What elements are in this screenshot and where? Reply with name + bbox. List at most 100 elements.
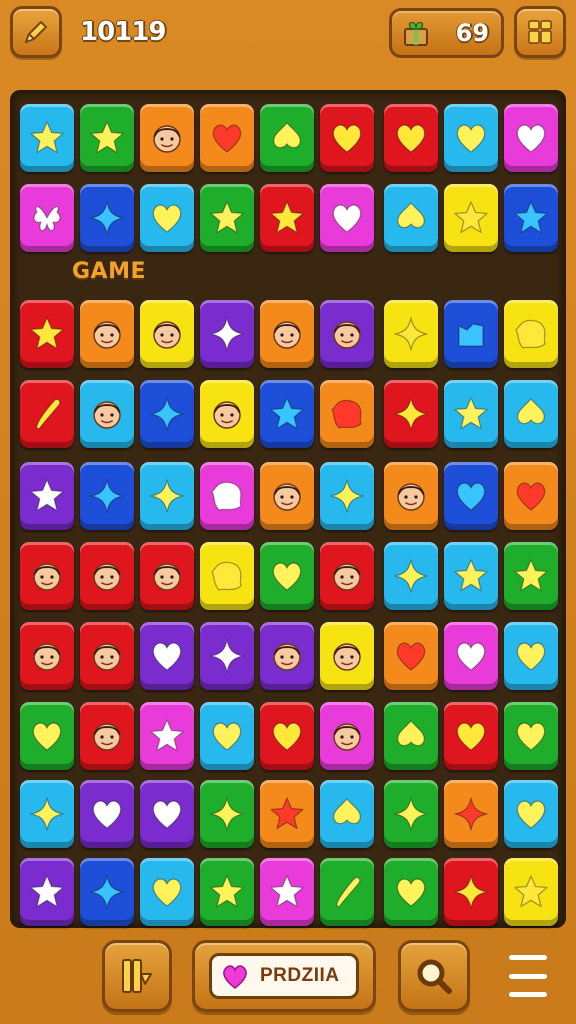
tile-magenta-heart[interactable] bbox=[320, 184, 374, 252]
tile-yellow-star[interactable] bbox=[504, 858, 558, 926]
tile-orange-face[interactable] bbox=[140, 104, 194, 172]
tile-red-face[interactable] bbox=[140, 542, 194, 610]
tile-yellow-blob[interactable] bbox=[200, 542, 254, 610]
sparkle-icon bbox=[150, 397, 184, 431]
tile-cyan-sparkle[interactable] bbox=[384, 542, 438, 610]
tile-cyan-heart[interactable] bbox=[140, 858, 194, 926]
tile-magenta-blob[interactable] bbox=[200, 462, 254, 530]
tile-cyan-sparkle[interactable] bbox=[20, 780, 74, 848]
tile-cyan-spade[interactable] bbox=[504, 380, 558, 448]
tile-cyan-heart[interactable] bbox=[504, 780, 558, 848]
tile-green-sparkle[interactable] bbox=[200, 780, 254, 848]
tile-orange-heart[interactable] bbox=[504, 462, 558, 530]
tile-purple-star[interactable] bbox=[20, 858, 74, 926]
tile-cyan-heart[interactable] bbox=[504, 622, 558, 690]
tile-cyan-face[interactable] bbox=[80, 380, 134, 448]
tile-purple-sparkle[interactable] bbox=[200, 622, 254, 690]
tile-green-stick[interactable] bbox=[320, 858, 374, 926]
tile-orange-face[interactable] bbox=[80, 300, 134, 368]
tile-cyan-star[interactable] bbox=[444, 542, 498, 610]
tile-blue-sparkle[interactable] bbox=[140, 380, 194, 448]
search-button[interactable] bbox=[398, 940, 470, 1012]
tile-magenta-heart[interactable] bbox=[504, 104, 558, 172]
tile-green-heart[interactable] bbox=[384, 858, 438, 926]
tile-green-heart[interactable] bbox=[504, 702, 558, 770]
tile-yellow-face[interactable] bbox=[200, 380, 254, 448]
tile-orange-face[interactable] bbox=[260, 300, 314, 368]
tile-yellow-blob[interactable] bbox=[504, 300, 558, 368]
tile-cyan-sparkle[interactable] bbox=[320, 462, 374, 530]
tile-magenta-star[interactable] bbox=[140, 702, 194, 770]
tile-red-heart[interactable] bbox=[444, 702, 498, 770]
tile-orange-heart[interactable] bbox=[384, 622, 438, 690]
tile-blue-star[interactable] bbox=[260, 380, 314, 448]
tile-magenta-face[interactable] bbox=[320, 702, 374, 770]
tile-blue-sparkle[interactable] bbox=[80, 184, 134, 252]
tile-green-star[interactable] bbox=[504, 542, 558, 610]
boost-button[interactable] bbox=[102, 940, 172, 1012]
edit-button[interactable] bbox=[10, 6, 62, 58]
tile-purple-heart[interactable] bbox=[140, 622, 194, 690]
tile-yellow-face[interactable] bbox=[140, 300, 194, 368]
tile-cyan-star[interactable] bbox=[20, 104, 74, 172]
tile-red-heart[interactable] bbox=[384, 104, 438, 172]
tile-blue-bag[interactable] bbox=[444, 300, 498, 368]
tile-red-face[interactable] bbox=[20, 622, 74, 690]
tile-orange-blob[interactable] bbox=[320, 380, 374, 448]
tile-orange-heart[interactable] bbox=[200, 104, 254, 172]
tile-green-heart[interactable] bbox=[260, 542, 314, 610]
tile-red-face[interactable] bbox=[80, 622, 134, 690]
tile-blue-star[interactable] bbox=[504, 184, 558, 252]
tile-red-heart[interactable] bbox=[320, 104, 374, 172]
tile-red-star[interactable] bbox=[260, 184, 314, 252]
tile-purple-sparkle[interactable] bbox=[200, 300, 254, 368]
tile-red-stick[interactable] bbox=[20, 380, 74, 448]
tile-cyan-heart[interactable] bbox=[200, 702, 254, 770]
tile-cyan-heart[interactable] bbox=[444, 104, 498, 172]
name-field[interactable]: PRDZIIA bbox=[209, 953, 359, 999]
tile-red-face[interactable] bbox=[20, 542, 74, 610]
tile-cyan-heart[interactable] bbox=[140, 184, 194, 252]
tile-green-spade[interactable] bbox=[384, 702, 438, 770]
tile-red-star[interactable] bbox=[20, 300, 74, 368]
tile-purple-star[interactable] bbox=[20, 462, 74, 530]
tile-purple-heart[interactable] bbox=[80, 780, 134, 848]
tile-orange-sparkle[interactable] bbox=[444, 780, 498, 848]
tile-cyan-sparkle[interactable] bbox=[140, 462, 194, 530]
tile-blue-sparkle[interactable] bbox=[80, 462, 134, 530]
tile-yellow-face[interactable] bbox=[320, 622, 374, 690]
tile-magenta-heart[interactable] bbox=[444, 622, 498, 690]
tile-magenta-star[interactable] bbox=[260, 858, 314, 926]
tile-yellow-sparkle[interactable] bbox=[384, 300, 438, 368]
tile-red-face[interactable] bbox=[80, 702, 134, 770]
heart-icon bbox=[516, 800, 546, 829]
tile-green-star[interactable] bbox=[80, 104, 134, 172]
tile-orange-face[interactable] bbox=[384, 462, 438, 530]
tile-red-face[interactable] bbox=[320, 542, 374, 610]
player-name-panel[interactable]: PRDZIIA bbox=[192, 940, 376, 1012]
tile-magenta-flower[interactable] bbox=[20, 184, 74, 252]
tile-green-star[interactable] bbox=[200, 184, 254, 252]
tile-red-heart[interactable] bbox=[260, 702, 314, 770]
grid-menu-button[interactable] bbox=[514, 6, 566, 58]
tile-green-heart[interactable] bbox=[20, 702, 74, 770]
tile-green-spade[interactable] bbox=[260, 104, 314, 172]
hamburger-menu-button[interactable] bbox=[505, 955, 551, 997]
tile-purple-heart[interactable] bbox=[140, 780, 194, 848]
tile-yellow-star[interactable] bbox=[444, 184, 498, 252]
tile-blue-heart[interactable] bbox=[444, 462, 498, 530]
tile-orange-face[interactable] bbox=[260, 462, 314, 530]
tile-red-sparkle[interactable] bbox=[444, 858, 498, 926]
tile-purple-face[interactable] bbox=[260, 622, 314, 690]
tile-orange-star[interactable] bbox=[260, 780, 314, 848]
tile-cyan-spade[interactable] bbox=[320, 780, 374, 848]
tile-red-face[interactable] bbox=[80, 542, 134, 610]
tile-cyan-star[interactable] bbox=[444, 380, 498, 448]
tile-cyan-spade[interactable] bbox=[384, 184, 438, 252]
tile-blue-sparkle[interactable] bbox=[80, 858, 134, 926]
tile-red-sparkle[interactable] bbox=[384, 380, 438, 448]
tile-green-sparkle[interactable] bbox=[384, 780, 438, 848]
tile-purple-face[interactable] bbox=[320, 300, 374, 368]
currency-counter[interactable]: 69 bbox=[389, 8, 504, 58]
tile-green-star[interactable] bbox=[200, 858, 254, 926]
